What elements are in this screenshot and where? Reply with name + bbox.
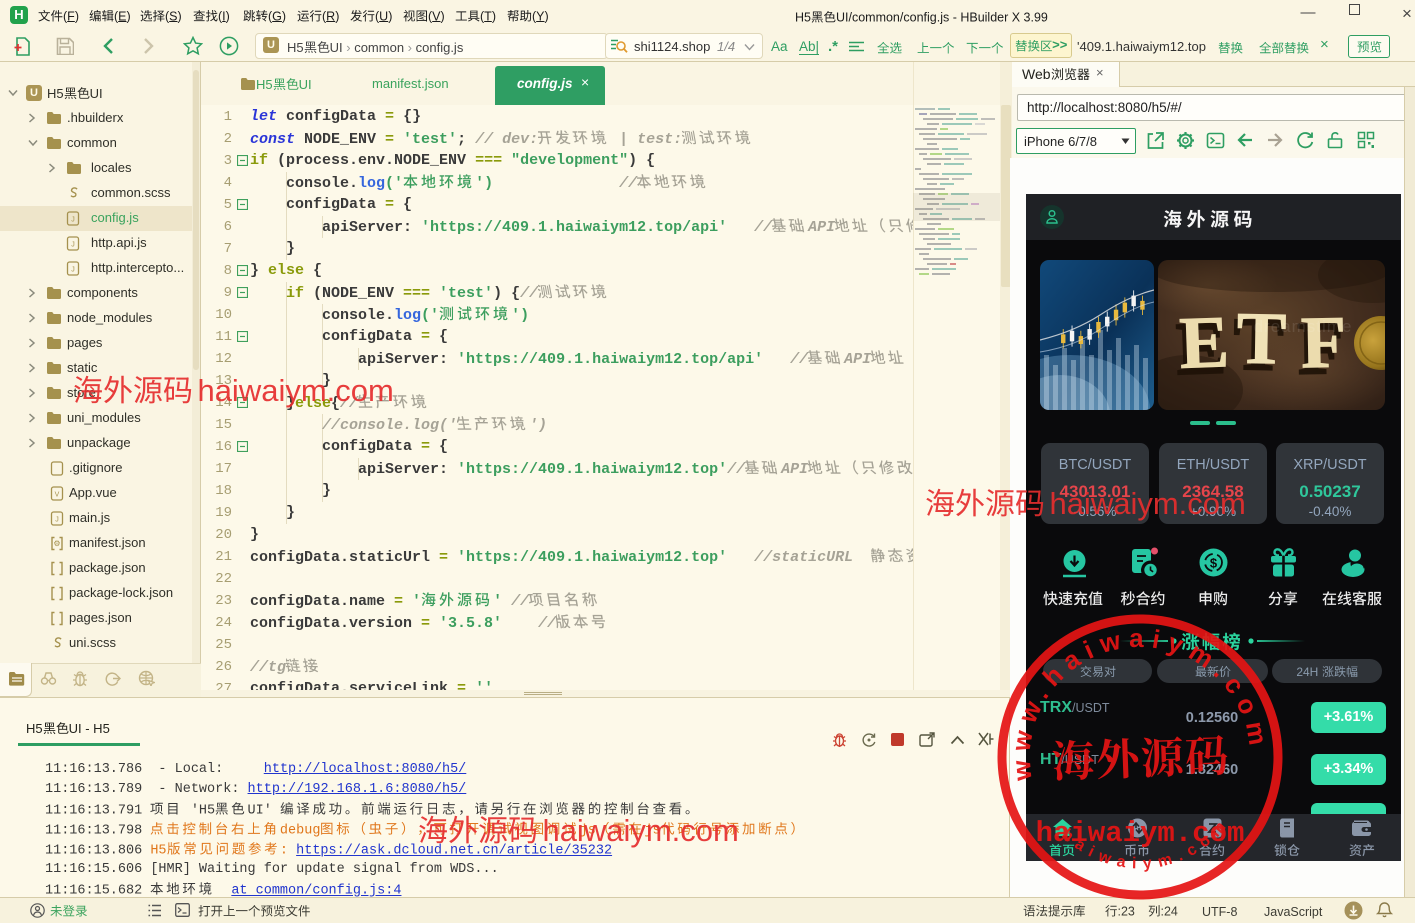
svg-text:J: J (71, 267, 75, 274)
svg-text:$: $ (1210, 556, 1218, 571)
svg-text:J: J (71, 242, 75, 249)
svg-text:F: F (1300, 302, 1347, 385)
svg-text:E: E (1178, 301, 1230, 385)
svg-text:haiwaiym.com: haiwaiym.com (1036, 817, 1245, 850)
svg-text:dreamstime: dreamstime (1254, 317, 1353, 336)
svg-text:T: T (1236, 298, 1287, 381)
svg-text:J: J (71, 217, 75, 224)
svg-text:⚙: ⚙ (53, 539, 60, 548)
svg-text:V: V (55, 492, 60, 499)
svg-text:J: J (55, 517, 59, 524)
svg-text:www.haiwaiym.com: www.haiwaiym.com (1005, 623, 1274, 783)
